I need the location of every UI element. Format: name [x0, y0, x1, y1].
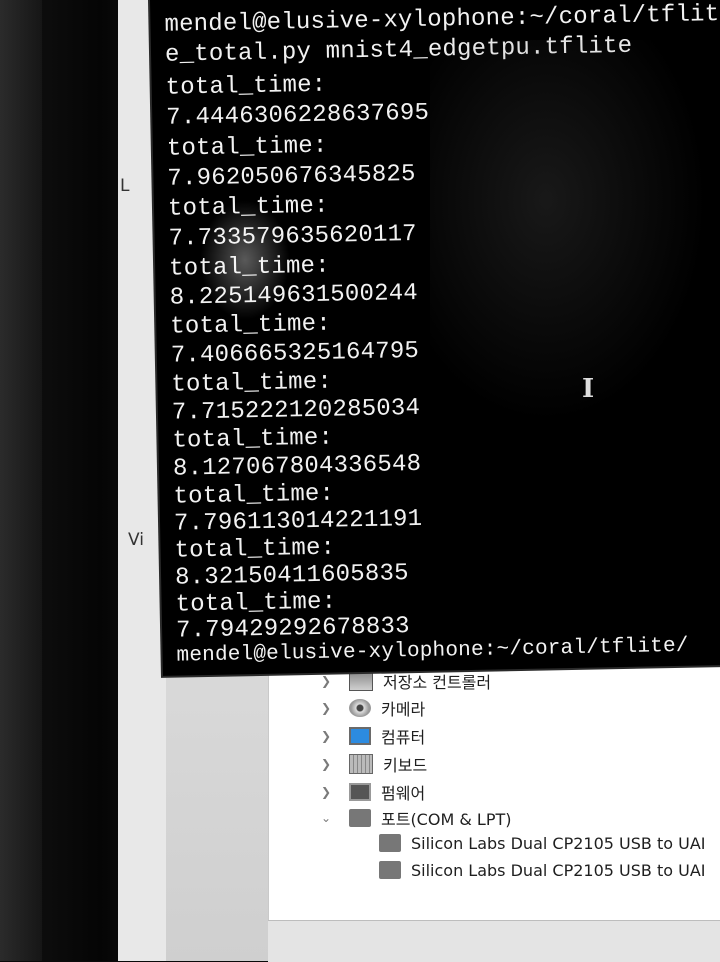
- chevron-right-icon[interactable]: ❯: [321, 674, 335, 688]
- terminal-line: 7.4446306228637695: [166, 99, 430, 132]
- device-manager-window: ❯ 저장소 컨트롤러 ❯ 카메라 ❯ 컴퓨터 ❯ 키보드 ❯ 펌웨어 ⌄ 포트(…: [268, 660, 720, 920]
- terminal-line: 7.406665325164795: [170, 337, 420, 370]
- tree-item-label: 포트(COM & LPT): [381, 810, 512, 829]
- terminal-line: total_time:: [172, 424, 334, 455]
- terminal-line: 7.796113014221191: [173, 505, 423, 538]
- terminal-line: mendel@elusive-xylophone:~/coral/tflit: [164, 1, 720, 39]
- tree-item-label: Silicon Labs Dual CP2105 USB to UAI: [411, 833, 706, 853]
- port-icon: [349, 809, 371, 827]
- tree-child-cp2105-2[interactable]: Silicon Labs Dual CP2105 USB to UAI: [379, 857, 705, 883]
- chevron-right-icon[interactable]: ❯: [321, 785, 335, 799]
- terminal-line: 7.962050676345825: [167, 160, 416, 193]
- terminal-line: total_time:: [168, 252, 331, 283]
- terminal-line: 8.127067804336548: [172, 450, 422, 483]
- firmware-icon: [349, 783, 371, 801]
- terminal-window[interactable]: mendel@elusive-xylophone:~/coral/tflit e…: [150, 0, 720, 676]
- tree-item-firmware[interactable]: ❯ 펌웨어: [321, 779, 425, 805]
- terminal-line: 7.733579635620117: [168, 220, 418, 253]
- terminal-line: 8.32150411605835: [174, 560, 409, 592]
- text-cursor-icon: I: [582, 374, 595, 404]
- terminal-line: total_time:: [167, 192, 329, 223]
- tree-item-label: 키보드: [383, 756, 428, 775]
- terminal-line: total_time:: [166, 132, 328, 163]
- tree-item-label: 펌웨어: [381, 784, 426, 803]
- keyboard-icon: [349, 754, 373, 774]
- tree-item-keyboard[interactable]: ❯ 키보드: [321, 751, 427, 777]
- tree-item-label: Silicon Labs Dual CP2105 USB to UAI: [411, 860, 706, 880]
- chevron-down-icon[interactable]: ⌄: [321, 811, 335, 825]
- tree-item-label: 컴퓨터: [381, 728, 426, 747]
- storage-controller-icon: [349, 671, 373, 691]
- tree-item-label: 카메라: [381, 700, 426, 719]
- terminal-line: 8.225149631500244: [169, 279, 419, 312]
- chevron-right-icon[interactable]: ❯: [321, 757, 335, 771]
- tree-item-computer[interactable]: ❯ 컴퓨터: [321, 723, 425, 749]
- tree-item-ports[interactable]: ⌄ 포트(COM & LPT): [321, 805, 511, 831]
- terminal-line: total_time:: [170, 310, 332, 341]
- tree-item-label: 저장소 컨트롤러: [383, 673, 492, 692]
- monitor-bezel-edge: [0, 0, 42, 961]
- chevron-right-icon[interactable]: ❯: [321, 729, 335, 743]
- tree-child-cp2105-1[interactable]: Silicon Labs Dual CP2105 USB to UAI: [379, 830, 705, 856]
- terminal-line: e_total.py mnist4_edgetpu.tflite: [164, 32, 633, 69]
- chevron-right-icon[interactable]: ❯: [321, 701, 335, 715]
- camera-icon: [349, 699, 371, 717]
- partial-label-vi: Vi: [128, 530, 144, 550]
- terminal-line: total_time:: [165, 71, 327, 102]
- terminal-line: total_time:: [174, 534, 336, 565]
- terminal-line: total_time:: [173, 480, 335, 511]
- port-icon: [379, 861, 401, 879]
- tree-item-camera[interactable]: ❯ 카메라: [321, 695, 425, 721]
- terminal-line: total_time:: [171, 368, 333, 399]
- port-icon: [379, 834, 401, 852]
- terminal-line: 7.715222120285034: [171, 394, 421, 427]
- device-manager-status-area: [268, 920, 720, 962]
- partial-label-l: L: [120, 176, 130, 196]
- computer-icon: [349, 727, 371, 745]
